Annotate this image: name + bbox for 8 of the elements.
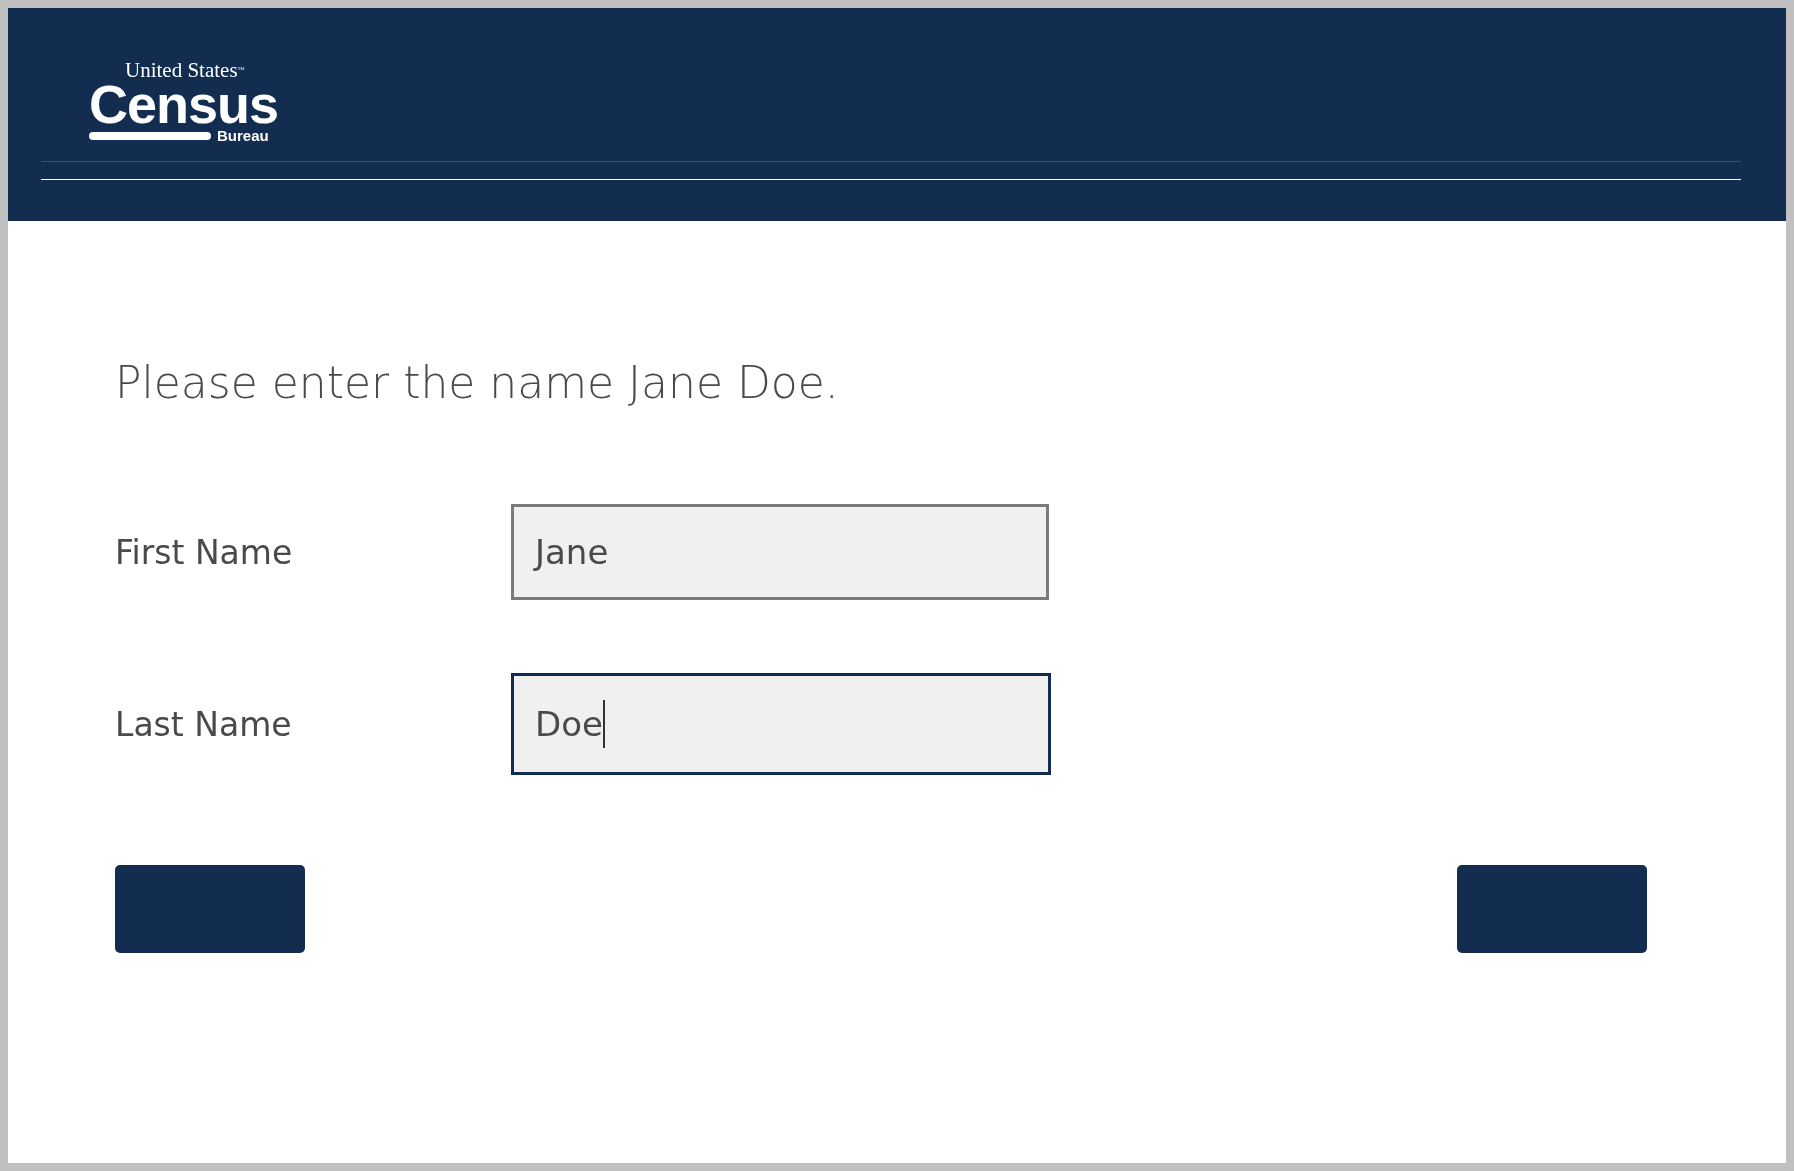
input-field[interactable]: Doe	[511, 673, 1051, 775]
question-text: Please enter the name Jane Doe.	[115, 357, 840, 408]
next-button[interactable]	[1457, 865, 1647, 953]
input-field[interactable]: Jane	[511, 504, 1049, 600]
field-label: Last Name	[115, 704, 293, 744]
back-button[interactable]	[115, 865, 305, 953]
field-label: First Name	[115, 532, 294, 572]
census-logo: United States$^{™}$ Census Bureau	[89, 60, 280, 145]
